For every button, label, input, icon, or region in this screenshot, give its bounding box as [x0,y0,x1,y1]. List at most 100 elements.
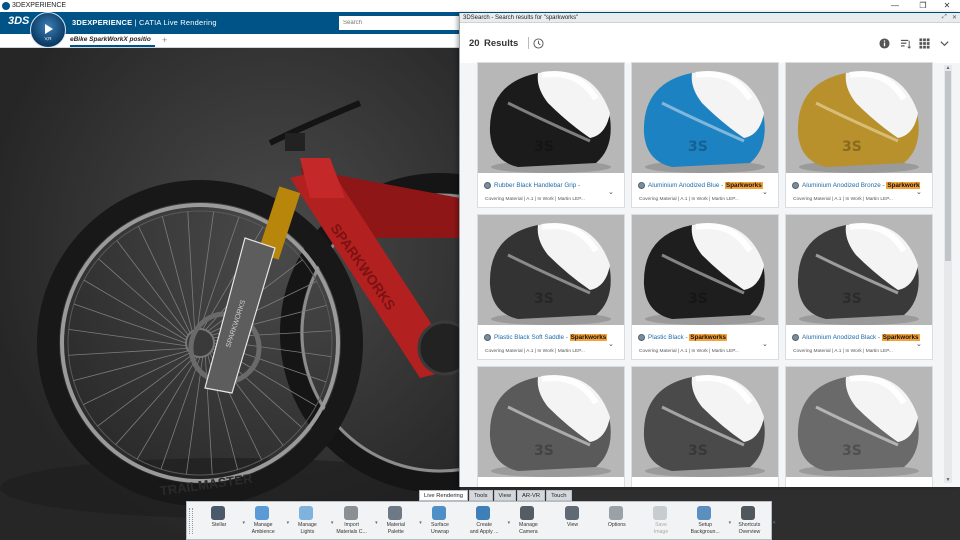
tab-tools[interactable]: Tools [469,490,493,501]
3d-viewport[interactable]: TRAILMASTER SPARKWORKS SPARKWORKS [0,48,460,540]
compass-widget[interactable]: V,R [30,12,66,48]
view-icon[interactable] [564,506,579,520]
result-name[interactable]: Rubber Black Handlebar Grip - [494,182,580,189]
result-card[interactable]: 3S Plastic Black - Sparkworks ⌄ Covering… [631,214,779,360]
result-title[interactable]: Aluminium Anodized Black - Sparkworks [802,334,920,341]
tab-ar-vr[interactable]: AR-VR [517,490,546,501]
results-scrollbar[interactable]: ▲ ▼ [944,65,952,483]
manage-lights-icon[interactable] [299,506,314,520]
search-highlight[interactable]: Sparkworks [689,334,727,341]
search-highlight[interactable]: Sparkworks [725,182,763,189]
material-thumbnail[interactable]: 3S [478,215,624,325]
chevron-down-icon[interactable]: ⌄ [762,340,768,348]
result-name[interactable]: Aluminium Anodized Blue - [648,182,725,189]
minimize-button[interactable]: — [882,0,908,12]
result-title[interactable]: Plastic Black Soft Saddle - Sparkworks [494,334,612,341]
chevron-down-icon[interactable]: ⌄ [916,340,922,348]
search-highlight[interactable]: Sparkworks [569,334,608,341]
save-image-button[interactable]: Save Image [637,504,685,540]
result-title[interactable]: Aluminium Anodized Blue - Sparkworks [648,182,766,189]
chevron-down-icon[interactable]: ⌄ [916,188,922,196]
material-thumbnail[interactable]: 3S [632,215,778,325]
surface-unwrap-button[interactable]: Surface Unwrap [416,504,464,540]
material-thumbnail[interactable]: 3S [632,63,778,173]
shortcuts-overview-icon[interactable] [741,506,756,520]
dropdown-arrow-icon[interactable]: ▾ [773,520,776,526]
chevron-down-icon[interactable]: ⌄ [608,188,614,196]
result-name[interactable]: Plastic Black - [648,334,689,341]
manage-ambience-icon[interactable] [255,506,270,520]
sort-icon[interactable] [900,38,911,49]
stellar-icon[interactable] [211,506,225,520]
result-title[interactable]: Rubber Black Handlebar Grip - [494,182,612,189]
material-palette-button[interactable]: Material Palette ▾ [372,504,422,540]
result-title[interactable]: Aluminium Anodized Bronze - Sparkworks [802,182,920,189]
chevron-down-icon[interactable]: ⌄ [608,340,614,348]
material-type-icon [792,334,799,341]
options-icon[interactable] [608,506,623,520]
create-and-apply-icon[interactable] [476,506,491,520]
result-card[interactable]: 3S Aluminium Anodized Bronze - Sparkwork… [785,62,933,208]
add-tab-button[interactable]: + [162,35,167,45]
material-thumbnail[interactable]: 3S [786,63,932,173]
material-thumbnail[interactable]: 3S [478,63,624,173]
tab-touch[interactable]: Touch [546,490,572,501]
setup-backgroun-icon[interactable] [697,506,712,520]
search-highlight[interactable]: Sparkworks [881,334,920,341]
shortcuts-overview-button[interactable]: Shortcuts Overview ▾ [725,504,776,540]
maximize-button[interactable]: ❐ [910,0,936,12]
material-thumbnail[interactable]: 3S [632,367,778,477]
manage-camera-icon[interactable] [520,506,535,520]
global-search-input[interactable] [339,16,459,30]
result-card[interactable]: 3S [477,366,625,487]
info-icon[interactable] [879,38,890,49]
manage-ambience-button[interactable]: Manage Ambience ▾ [239,504,289,540]
action-label: Create and Apply ... [469,522,499,535]
surface-unwrap-icon[interactable] [432,506,446,520]
material-thumbnail[interactable]: 3S [786,367,932,477]
result-card[interactable]: 3S Aluminium Anodized Black - Sparkworks… [785,214,933,360]
material-palette-icon[interactable] [387,506,402,520]
result-card[interactable]: 3S [631,366,779,487]
result-name[interactable]: Aluminium Anodized Black - [802,334,882,341]
create-and-apply-button[interactable]: Create and Apply ... ▾ [460,504,510,540]
result-card[interactable]: 3S Plastic Black Soft Saddle - Sparkwork… [477,214,625,360]
play-icon[interactable] [45,24,53,34]
result-title[interactable]: Plastic Black - Sparkworks [648,334,766,341]
handlebar [268,100,362,151]
panel-expand-icon[interactable]: ⤢ [942,14,947,21]
material-thumbnail[interactable]: 3S [786,215,932,325]
tab-document[interactable]: eBike SparkWorkX positio [70,36,155,47]
import-materials-c-button[interactable]: Import Materials C... ▾ [328,504,378,540]
panel-titlebar: 3DSearch - Search results for "sparkwork… [460,13,960,23]
result-name[interactable]: Plastic Black Soft Saddle - [494,334,570,341]
options-button[interactable]: Options [593,504,641,540]
import-materials-c-icon[interactable] [343,506,358,520]
tab-live-rendering[interactable]: Live Rendering [419,490,468,501]
manage-camera-button[interactable]: Manage Camera [504,504,552,540]
manage-lights-button[interactable]: Manage Lights ▾ [283,504,333,540]
result-name[interactable]: Aluminium Anodized Bronze - [802,182,886,189]
panel-close-icon[interactable]: ✕ [952,14,957,21]
result-card[interactable]: 3S Aluminium Anodized Blue - Sparkworks … [631,62,779,208]
action-label: Surface Unwrap [431,522,449,535]
scroll-down-icon[interactable]: ▼ [944,477,952,483]
material-type-icon [484,334,491,341]
view-button[interactable]: View [549,504,597,540]
result-card[interactable]: 3S Rubber Black Handlebar Grip - ⌄ Cover… [477,62,625,208]
search-highlight[interactable]: Sparkworks [886,182,920,189]
close-button[interactable]: ✕ [934,0,960,12]
material-thumbnail[interactable]: 3S [478,367,624,477]
save-image-icon[interactable] [653,506,667,520]
brand-logo-icon[interactable]: 3DS [8,15,29,31]
scroll-thumb[interactable] [945,71,951,261]
chevron-down-icon[interactable]: ⌄ [762,188,768,196]
setup-backgroun-button[interactable]: Setup Backgroun... ▾ [681,504,731,540]
tab-view[interactable]: View [493,490,517,501]
grid-view-icon[interactable] [919,38,930,49]
action-bar-grip[interactable] [189,508,193,534]
chevron-down-icon[interactable] [939,38,950,49]
history-icon[interactable] [533,38,544,49]
result-card[interactable]: 3S [785,366,933,487]
stellar-button[interactable]: Stellar ▾ [195,504,245,540]
